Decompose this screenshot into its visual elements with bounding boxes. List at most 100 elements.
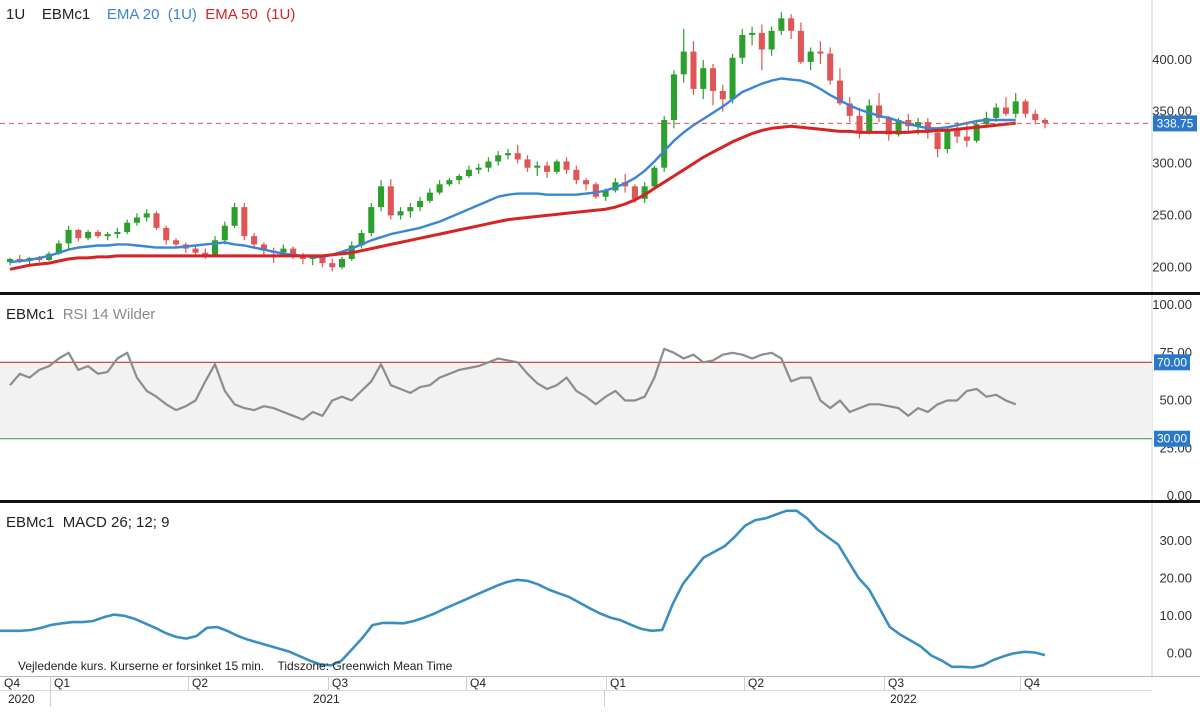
candle-body [729,57,736,100]
chart-canvas[interactable]: 200.00250.00300.00350.00400.00 0.0025.00… [0,0,1200,707]
candle-body [934,132,941,150]
candle [592,182,599,199]
year-label: 2021 [313,692,340,706]
candle-body [221,225,228,241]
candle-body [866,105,873,133]
candle-body [749,32,756,35]
chart-frame [0,0,1200,707]
candle-body [104,234,111,237]
macd-tick-label: 10.00 [1159,608,1192,623]
candle-body [807,51,814,62]
candle-body [251,236,258,245]
rsi-legend: EBMc1 RSI 14 Wilder [6,306,155,323]
candle-body [1012,101,1019,114]
candle-body [436,184,443,193]
quarter-label: Q4 [470,676,486,690]
candle-body [504,153,511,156]
candle [661,115,668,172]
candle-body [680,51,687,75]
candle-body [85,232,92,239]
candle-body [241,207,248,237]
candle-body [133,217,140,223]
price-tick-label: 300.00 [1152,156,1192,171]
candle-body [817,51,824,54]
candle-body [124,222,131,232]
candle-body [651,167,658,187]
candle-body [788,18,795,31]
candle-body [475,167,482,170]
candle-body [1041,120,1049,124]
ema20-legend[interactable]: EMA 20 (1U) [107,6,197,23]
symbol-label[interactable]: EBMc1 [42,6,90,23]
candle [670,70,677,129]
candle-body [944,130,951,150]
macd-tick-label: 30.00 [1159,533,1192,548]
rsi-tick-label: 0.00 [1167,488,1192,503]
footer-note: Vejledende kurs. Kurserne er forsinket 1… [18,659,452,673]
candle-body [75,229,82,239]
candle-body [700,68,707,89]
rsi-upper-label: 70.00 [1157,355,1187,369]
candle-body [407,207,414,212]
price-tick-label: 400.00 [1152,52,1192,67]
rsi-symbol[interactable]: EBMc1 [6,306,54,323]
candle-body [573,169,580,181]
interval-label[interactable]: 1U [6,6,25,23]
macd-title[interactable]: MACD 26; 12; 9 [63,514,170,531]
macd-symbol[interactable]: EBMc1 [6,514,54,531]
ema50-legend[interactable]: EMA 50 (1U) [205,6,295,23]
quarter-label: Q4 [4,676,20,690]
candle-body [690,51,697,89]
year-label: 2020 [8,692,35,706]
candle-body [583,180,590,185]
candle-body [153,213,160,228]
rsi-tick-label: 50.00 [1159,393,1192,408]
candle-body [709,68,717,91]
candle-body [417,200,424,208]
quarter-label: Q4 [1024,676,1040,690]
ema20-period: (1U) [167,6,197,23]
candle-body [592,184,599,197]
candle-body [465,169,472,176]
candle [729,53,736,104]
candle-body [758,32,765,50]
candle-body [993,107,1000,118]
quarter-label: Q3 [888,676,904,690]
candle-body [544,165,551,172]
year-label: 2022 [890,692,917,706]
rsi-band-fill [0,362,1152,439]
candle-body [1002,107,1009,114]
rsi-title[interactable]: RSI 14 Wilder [63,306,156,323]
macd-legend: EBMc1 MACD 26; 12; 9 [6,514,169,531]
candle-body [1022,101,1029,114]
candle-body [387,186,394,216]
candle-body [524,159,531,168]
candle-body [661,120,668,168]
candle-body [163,227,170,241]
candle [153,211,160,230]
candle [553,159,560,174]
price-tick-label: 200.00 [1152,259,1192,274]
candle-body [65,229,72,244]
candle-body [719,90,726,100]
candle-body [563,161,570,170]
candle-body [231,207,238,226]
candle-body [963,136,970,141]
candle-body [856,115,863,133]
candle-body [114,232,121,235]
last-price-label: 338.75 [1157,116,1194,130]
quarter-label: Q1 [54,676,70,690]
candle-body [456,176,463,181]
rsi-lower-label: 30.00 [1157,432,1187,446]
quarter-label: Q3 [332,676,348,690]
candle-body [485,161,492,168]
quarter-label: Q2 [192,676,208,690]
price-legend: 1U EBMc1 EMA 20 (1U) EMA 50 (1U) [6,6,295,23]
delay-note: Vejledende kurs. Kurserne er forsinket 1… [18,659,265,673]
candle-body [94,232,101,237]
candle [368,202,375,237]
quarter-label: Q1 [610,676,626,690]
rsi-tick-label: 100.00 [1152,297,1192,312]
candle-body [446,180,453,185]
macd-tick-label: 0.00 [1167,645,1192,660]
